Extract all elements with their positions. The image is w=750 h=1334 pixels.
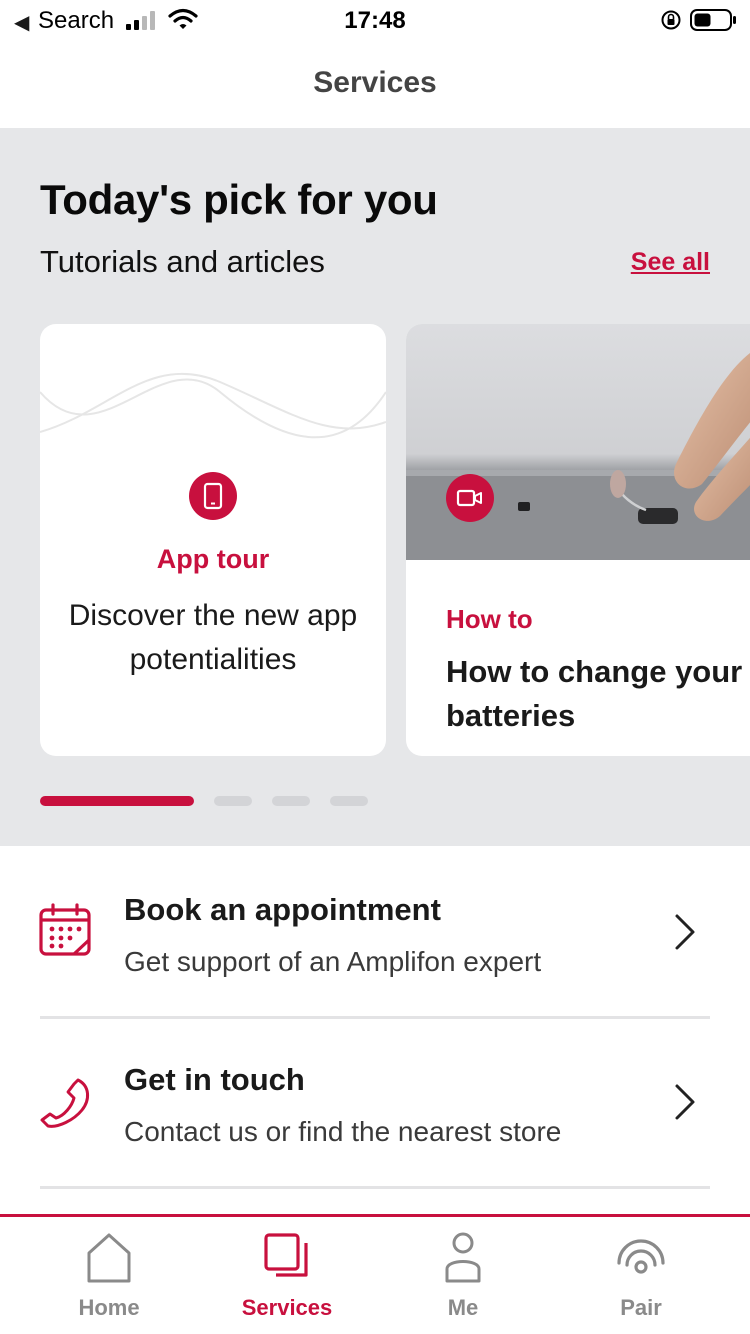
row-title: Get in touch <box>124 1062 305 1097</box>
video-icon <box>446 474 494 522</box>
pair-signal-icon <box>617 1239 665 1274</box>
carousel-dot[interactable] <box>330 796 368 806</box>
home-icon <box>87 1233 131 1283</box>
todays-pick-section: Today's pick for you Tutorials and artic… <box>0 128 750 846</box>
section-title: Today's pick for you <box>40 176 438 223</box>
how-to-card[interactable]: How to How to change your batteries <box>406 324 750 756</box>
card-category: How to <box>446 604 533 634</box>
services-icon <box>264 1233 308 1277</box>
tab-me[interactable]: Me <box>388 1217 538 1334</box>
person-icon <box>445 1232 481 1283</box>
tab-services[interactable]: Services <box>212 1217 362 1334</box>
tab-bar: Home Services Me Pair <box>0 1214 750 1334</box>
page-title: Services <box>313 66 437 99</box>
navigation-header: Services <box>0 40 750 128</box>
see-all-link[interactable]: See all <box>631 248 710 277</box>
card-description: Discover the new app potentialities <box>68 599 358 676</box>
calendar-icon <box>39 903 91 956</box>
chevron-right-icon <box>675 1084 695 1120</box>
row-subtitle: Contact us or find the nearest store <box>124 1116 562 1147</box>
smartphone-icon <box>189 472 237 520</box>
get-in-touch-row[interactable]: Get in touch Contact us or find the near… <box>0 1016 750 1186</box>
card-title: How to change your batteries <box>446 654 743 733</box>
card-category: App tour <box>156 544 270 574</box>
app-tour-card[interactable]: App tour Discover the new app potentiali… <box>40 324 386 756</box>
tab-label: Home <box>78 1295 140 1320</box>
carousel-indicator[interactable] <box>40 796 440 806</box>
chevron-right-icon <box>675 914 695 950</box>
tab-pair[interactable]: Pair <box>566 1217 716 1334</box>
tab-label: Services <box>241 1295 333 1320</box>
phone-icon <box>40 1078 89 1128</box>
orientation-lock-icon <box>661 10 681 30</box>
status-bar: ◀ Search 17:48 <box>0 0 750 40</box>
carousel-dot[interactable] <box>214 796 252 806</box>
battery-icon <box>690 9 736 31</box>
battery-change-photo <box>406 324 750 560</box>
tab-label: Pair <box>620 1295 662 1320</box>
status-time: 17:48 <box>344 7 406 34</box>
row-subtitle: Get support of an Amplifon expert <box>124 946 542 977</box>
sound-wave-decoration <box>40 372 386 439</box>
tab-home[interactable]: Home <box>34 1217 184 1334</box>
divider <box>40 1186 710 1189</box>
book-appointment-row[interactable]: Book an appointment Get support of an Am… <box>0 846 750 1016</box>
carousel-dot[interactable] <box>272 796 310 806</box>
carousel-dot[interactable] <box>40 796 194 806</box>
section-subtitle: Tutorials and articles <box>40 244 325 279</box>
row-title: Book an appointment <box>124 892 441 927</box>
tab-label: Me <box>447 1295 479 1320</box>
